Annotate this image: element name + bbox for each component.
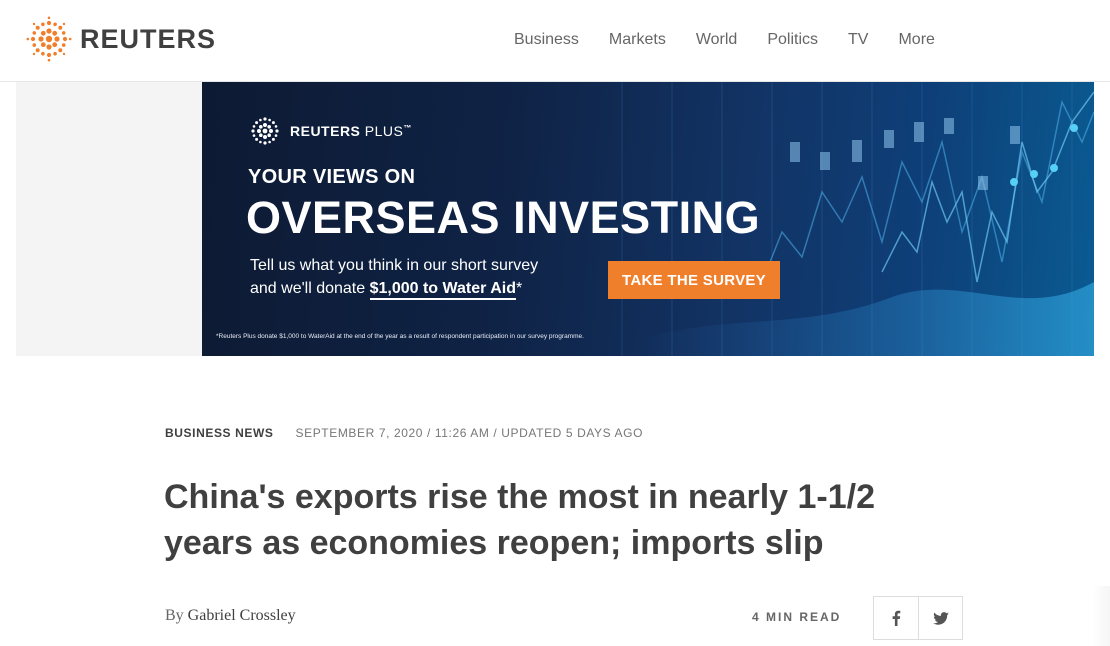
ad-brand-text: REUTERS PLUS™ bbox=[290, 123, 412, 139]
ad-fineprint: *Reuters Plus donate $1,000 to WaterAid … bbox=[216, 333, 584, 340]
ad-copy-line-2: and we'll donate $1,000 to Water Aid* bbox=[250, 277, 610, 300]
nav-item-politics[interactable]: Politics bbox=[767, 30, 818, 50]
share-buttons bbox=[873, 596, 963, 640]
article-dateline: SEPTEMBER 7, 2020 / 11:26 AM / UPDATED 5… bbox=[295, 426, 644, 440]
ad-kicker: YOUR VIEWS ON bbox=[248, 166, 416, 188]
section-label[interactable]: BUSINESS NEWS bbox=[165, 426, 273, 440]
article-headline: China's exports rise the most in nearly … bbox=[164, 478, 875, 562]
reuters-plus-icon bbox=[251, 117, 279, 145]
nav-item-business[interactable]: Business bbox=[514, 30, 579, 50]
share-facebook-button[interactable] bbox=[874, 597, 918, 639]
ad-body-copy: Tell us what you think in our short surv… bbox=[250, 254, 610, 300]
reuters-plus-ad-banner[interactable]: REUTERS PLUS™ YOUR VIEWS ON OVERSEAS INV… bbox=[202, 82, 1094, 356]
logo-wordmark: REUTERS bbox=[80, 24, 217, 54]
nav-item-world[interactable]: World bbox=[696, 30, 738, 50]
nav-item-tv[interactable]: TV bbox=[848, 30, 868, 50]
ad-brand-logo: REUTERS PLUS™ bbox=[248, 114, 412, 148]
ad-headline: OVERSEAS INVESTING bbox=[246, 192, 761, 243]
facebook-icon bbox=[892, 610, 901, 626]
share-twitter-button[interactable] bbox=[918, 597, 962, 639]
reuters-logo-icon bbox=[26, 16, 72, 62]
ad-copy-line-1: Tell us what you think in our short surv… bbox=[250, 257, 539, 274]
page-edge-shadow bbox=[1092, 586, 1110, 646]
nav-item-more[interactable]: More bbox=[898, 30, 934, 50]
nav-item-markets[interactable]: Markets bbox=[609, 30, 666, 50]
article-byline: By Gabriel Crossley bbox=[165, 607, 296, 625]
author-link[interactable]: Gabriel Crossley bbox=[188, 607, 296, 624]
main-nav: Business Markets World Politics TV More bbox=[514, 30, 935, 50]
byline-prefix: By bbox=[165, 607, 188, 624]
article-meta: BUSINESS NEWS SEPTEMBER 7, 2020 / 11:26 … bbox=[165, 426, 643, 440]
read-time: 4 MIN READ bbox=[752, 610, 842, 624]
take-survey-button[interactable]: TAKE THE SURVEY bbox=[608, 261, 780, 299]
ad-donation-amount: $1,000 to Water Aid bbox=[369, 280, 517, 300]
site-header: REUTERS Business Markets World Politics … bbox=[0, 0, 1110, 82]
reuters-logo[interactable]: REUTERS bbox=[26, 16, 216, 62]
twitter-icon bbox=[932, 611, 949, 625]
